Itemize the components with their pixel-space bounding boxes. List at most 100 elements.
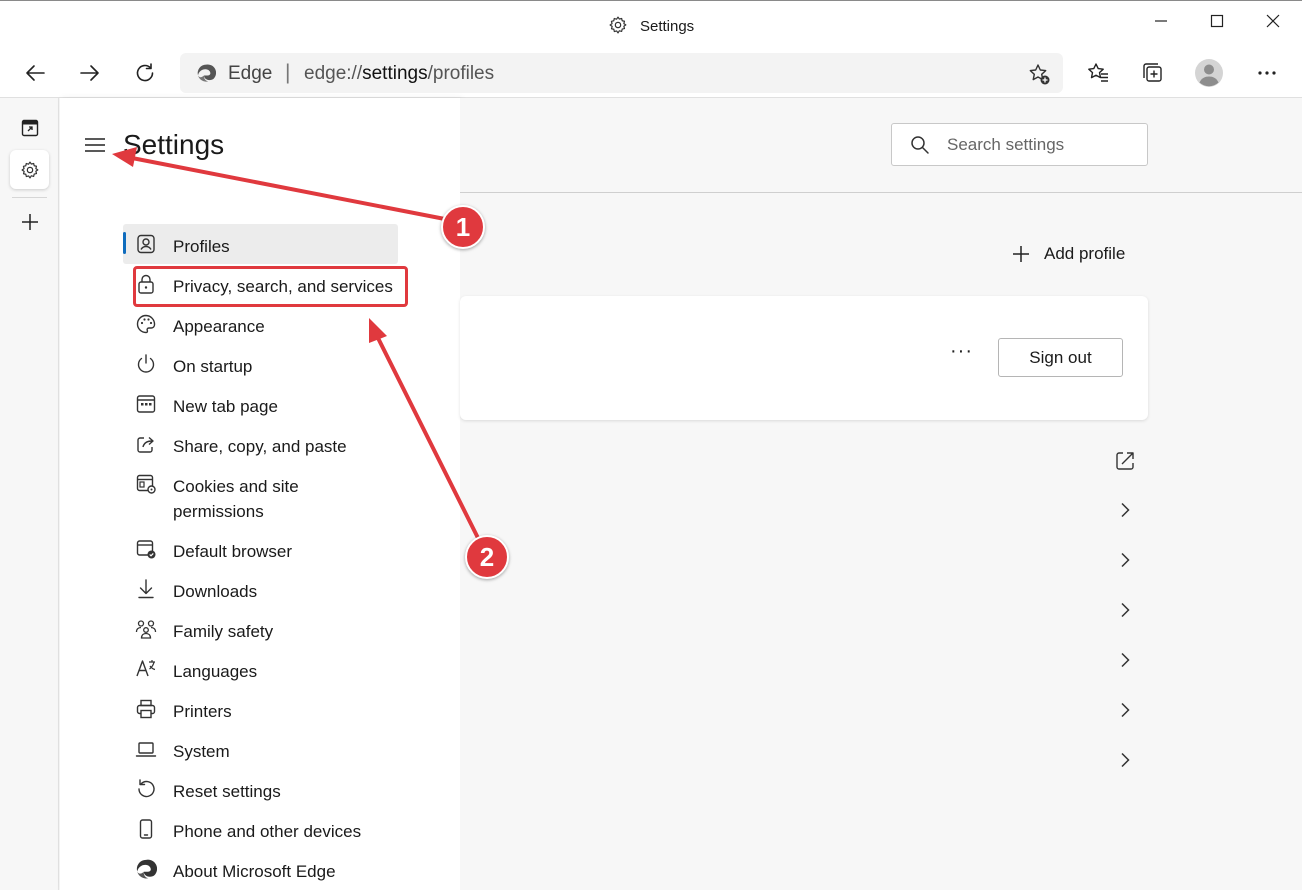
address-bar[interactable]: Edge | edge://settings/profiles: [180, 53, 1063, 93]
nav-item-label: Profiles: [173, 237, 230, 256]
nav-item-label: Downloads: [173, 582, 258, 601]
arrow-right-icon: [80, 65, 99, 81]
nav-item-system[interactable]: System: [123, 729, 463, 769]
menu-button[interactable]: [1247, 53, 1287, 93]
window-title: Settings: [639, 18, 695, 35]
window-title-container: Settings: [0, 15, 1302, 35]
minimize-button[interactable]: [1133, 1, 1189, 41]
tab-actions-icon: [21, 119, 38, 136]
maximize-button[interactable]: [1189, 1, 1245, 41]
share-icon: [137, 436, 154, 453]
nav-item-label: Phone and other devices: [173, 822, 362, 841]
nav-item-share-copy-paste[interactable]: Share, copy, and paste: [123, 424, 463, 464]
url-prefix: edge://: [304, 63, 363, 84]
nav-item-on-startup[interactable]: On startup: [123, 344, 463, 384]
nav-item-reset-settings[interactable]: Reset settings: [123, 769, 463, 809]
gear-icon: [21, 161, 38, 178]
nav-item-phone-devices[interactable]: Phone and other devices: [123, 809, 463, 849]
url-bold: settings: [362, 63, 428, 84]
collections-button[interactable]: [1133, 53, 1173, 93]
profile-card: ··· Sign out: [460, 296, 1148, 420]
highlight-box: [133, 266, 408, 307]
refresh-button[interactable]: [125, 53, 165, 93]
profile-icon: [137, 234, 155, 254]
nav-item-printers[interactable]: Printers: [123, 689, 463, 729]
favorites-icon: [1088, 63, 1108, 82]
nav-item-label: New tab page: [173, 397, 278, 416]
add-favorite-icon[interactable]: [1027, 62, 1051, 86]
more-options-button[interactable]: ···: [950, 341, 973, 361]
side-rail: [0, 98, 59, 890]
arrow-left-icon: [26, 65, 45, 81]
gear-icon: [609, 16, 627, 34]
nav-item-label: On startup: [173, 357, 253, 376]
url-suffix: /profiles: [427, 63, 495, 84]
palette-icon: [136, 314, 156, 334]
edge-logo-icon: [136, 859, 157, 879]
step-badge-1: 1: [441, 205, 485, 249]
page-title: Settings: [123, 129, 225, 160]
back-button[interactable]: [15, 53, 55, 93]
nav-item-label: Languages: [173, 662, 258, 681]
nav-item-new-tab-page[interactable]: New tab page: [123, 384, 463, 424]
sign-out-button[interactable]: Sign out: [998, 338, 1123, 377]
search-icon: [911, 136, 929, 154]
nav-item-family-safety[interactable]: Family safety: [123, 609, 463, 649]
chevron-right-icon[interactable]: [1118, 702, 1132, 718]
nav-item-profiles[interactable]: Profiles: [123, 224, 398, 264]
language-icon: [136, 660, 156, 677]
profile-button[interactable]: [1189, 53, 1229, 93]
external-link-icon[interactable]: [1114, 450, 1136, 472]
nav-item-label: System: [173, 742, 230, 761]
nav-item-label: Family safety: [173, 622, 274, 641]
favorites-button[interactable]: [1078, 53, 1118, 93]
close-icon: [1266, 14, 1280, 28]
add-profile-button[interactable]: Add profile: [1012, 244, 1125, 264]
nav-item-label: Default browser: [173, 542, 293, 561]
collections-icon: [1143, 63, 1162, 82]
header-divider: [460, 192, 1302, 193]
family-icon: [135, 620, 157, 639]
nav-item-label: About Microsoft Edge: [173, 862, 336, 881]
nav-item-label: Appearance: [173, 317, 265, 336]
chevron-right-icon[interactable]: [1118, 552, 1132, 568]
chevron-right-icon[interactable]: [1118, 652, 1132, 668]
search-settings-box[interactable]: [891, 123, 1148, 166]
settings-main-content: Add profile ··· Sign out: [460, 98, 1302, 890]
refresh-icon: [136, 63, 154, 82]
close-button[interactable]: [1245, 1, 1301, 41]
rail-new-tab-button[interactable]: [10, 202, 49, 241]
laptop-icon: [135, 742, 157, 757]
nav-item-about-edge[interactable]: About Microsoft Edge: [123, 849, 463, 889]
new-tab-icon: [136, 395, 156, 413]
nav-item-appearance[interactable]: Appearance: [123, 304, 463, 344]
nav-item-label: Reset settings: [173, 782, 281, 801]
hamburger-menu-icon[interactable]: [84, 136, 106, 154]
nav-item-label: Printers: [173, 702, 232, 721]
nav-item-cookies[interactable]: Cookies and site permissions: [123, 464, 463, 529]
plus-icon: [21, 213, 38, 230]
chevron-right-icon[interactable]: [1118, 602, 1132, 618]
rail-settings-tab[interactable]: [10, 150, 49, 189]
rail-tab-icon-button[interactable]: [10, 108, 49, 147]
nav-item-languages[interactable]: Languages: [123, 649, 463, 689]
edge-logo-icon: [197, 64, 216, 82]
add-profile-label: Add profile: [1044, 244, 1126, 263]
more-horizontal-icon: [1258, 71, 1276, 75]
phone-icon: [139, 819, 153, 839]
browser-toolbar: Edge | edge://settings/profiles: [0, 48, 1302, 98]
forward-button[interactable]: [70, 53, 110, 93]
nav-item-label: Share, copy, and paste: [173, 437, 347, 456]
search-input[interactable]: [947, 132, 1137, 158]
nav-item-downloads[interactable]: Downloads: [123, 569, 463, 609]
address-url: edge://settings/profiles: [304, 63, 494, 85]
chevron-right-icon[interactable]: [1118, 502, 1132, 518]
step-badge-2: 2: [465, 535, 509, 579]
minimize-icon: [1155, 20, 1167, 22]
power-icon: [137, 354, 155, 373]
plus-icon: [1013, 246, 1029, 262]
rail-divider: [12, 197, 47, 198]
chevron-right-icon[interactable]: [1118, 752, 1132, 768]
nav-item-default-browser[interactable]: Default browser: [123, 529, 463, 569]
download-icon: [138, 579, 154, 599]
